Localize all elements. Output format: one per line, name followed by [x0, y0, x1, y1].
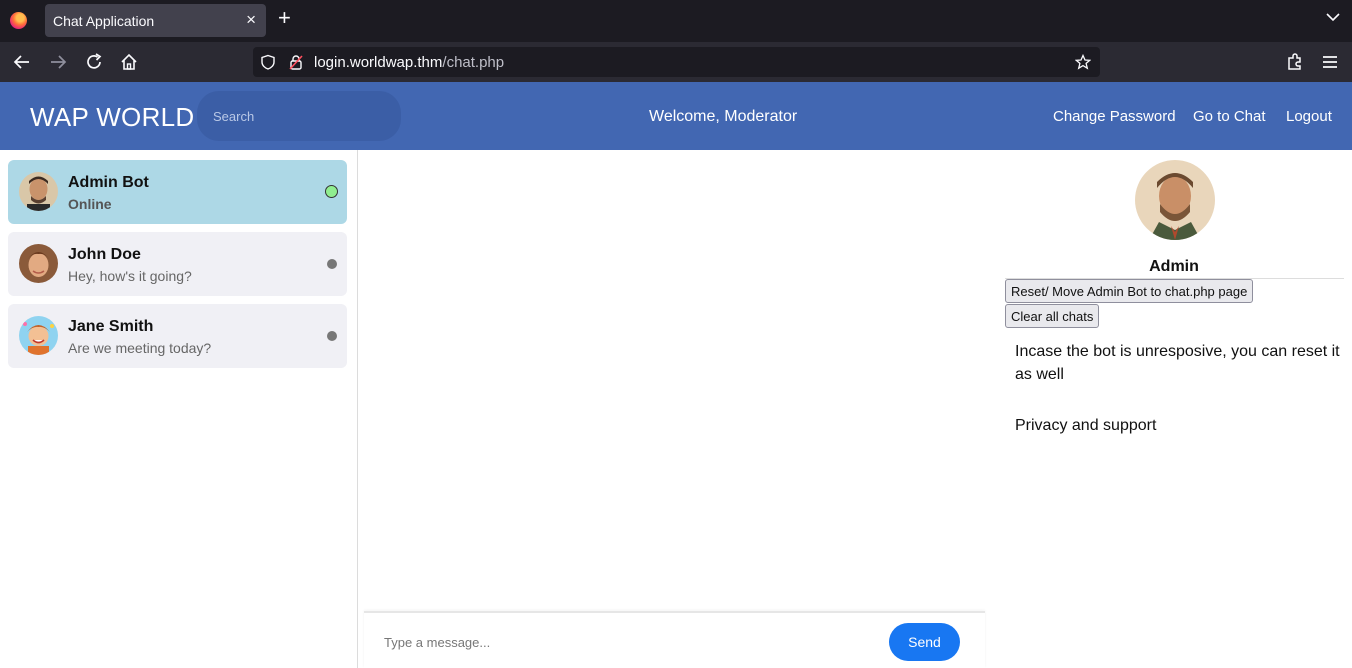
hamburger-menu-icon[interactable] [1320, 52, 1340, 72]
contact-last-message: Are we meeting today? [68, 340, 212, 356]
url-bar[interactable]: login.worldwap.thm/chat.php [253, 47, 1100, 77]
url-path: /chat.php [442, 54, 505, 71]
online-status-dot [325, 185, 338, 198]
clear-all-chats-button[interactable]: Clear all chats [1005, 304, 1100, 328]
browser-tab[interactable]: Chat Application × [45, 4, 266, 37]
admin-name: Admin [1149, 258, 1199, 275]
lock-insecure-icon[interactable] [288, 54, 304, 70]
contact-name: Jane Smith [68, 318, 154, 335]
app-header: WAP WORLD Welcome, Moderator Change Pass… [0, 82, 1352, 150]
contact-name: Admin Bot [68, 174, 149, 191]
john-doe-avatar [19, 244, 58, 283]
forward-arrow-icon[interactable] [48, 52, 68, 72]
back-arrow-icon[interactable] [12, 52, 32, 72]
message-input[interactable] [374, 625, 879, 659]
tab-close-icon[interactable]: × [246, 10, 256, 30]
contacts-sidebar: Admin Bot Online John Doe Hey, how's it … [0, 150, 358, 668]
send-button[interactable]: Send [889, 623, 960, 661]
contact-name: John Doe [68, 246, 141, 263]
brand-logo[interactable]: WAP WORLD [30, 102, 195, 133]
welcome-text: Welcome, Moderator [649, 108, 798, 125]
message-composer: Send [364, 611, 985, 668]
extensions-puzzle-icon[interactable] [1285, 52, 1305, 72]
tab-title: Chat Application [53, 13, 155, 29]
contact-jane-smith[interactable]: Jane Smith Are we meeting today? [8, 304, 347, 368]
contact-last-message: Hey, how's it going? [68, 268, 192, 284]
reset-note-text: Incase the bot is unresposive, you can r… [1015, 343, 1340, 383]
privacy-support-text: Privacy and support [1015, 417, 1157, 434]
shield-icon[interactable] [260, 54, 276, 70]
search-input[interactable] [197, 91, 401, 141]
firefox-logo-icon [10, 12, 27, 29]
admin-panel: Admin Reset/ Move Admin Bot to chat.php … [1000, 150, 1352, 668]
new-tab-icon[interactable]: + [278, 7, 291, 29]
browser-tab-bar: Chat Application × + [0, 0, 1352, 42]
url-host: login.worldwap.thm [314, 54, 443, 71]
admin-bot-avatar [19, 172, 58, 211]
contact-john-doe[interactable]: John Doe Hey, how's it going? [8, 232, 347, 296]
go-to-chat-link[interactable]: Go to Chat [1193, 108, 1266, 125]
bookmark-star-icon[interactable] [1075, 54, 1091, 70]
contact-status-text: Online [68, 196, 112, 212]
reset-admin-bot-button[interactable]: Reset/ Move Admin Bot to chat.php page [1005, 279, 1254, 303]
home-icon[interactable] [119, 52, 139, 72]
chat-area: Send [358, 150, 986, 668]
change-password-link[interactable]: Change Password [1053, 108, 1176, 125]
logout-link[interactable]: Logout [1286, 108, 1332, 125]
browser-nav-bar: login.worldwap.thm/chat.php [0, 42, 1352, 82]
url-text[interactable]: login.worldwap.thm/chat.php [314, 54, 504, 71]
admin-avatar [1135, 160, 1215, 240]
contact-admin-bot[interactable]: Admin Bot Online [8, 160, 347, 224]
offline-status-dot [327, 259, 337, 269]
jane-smith-avatar [19, 316, 58, 355]
tab-list-chevron-icon[interactable] [1326, 10, 1340, 24]
reload-icon[interactable] [84, 52, 104, 72]
offline-status-dot [327, 331, 337, 341]
